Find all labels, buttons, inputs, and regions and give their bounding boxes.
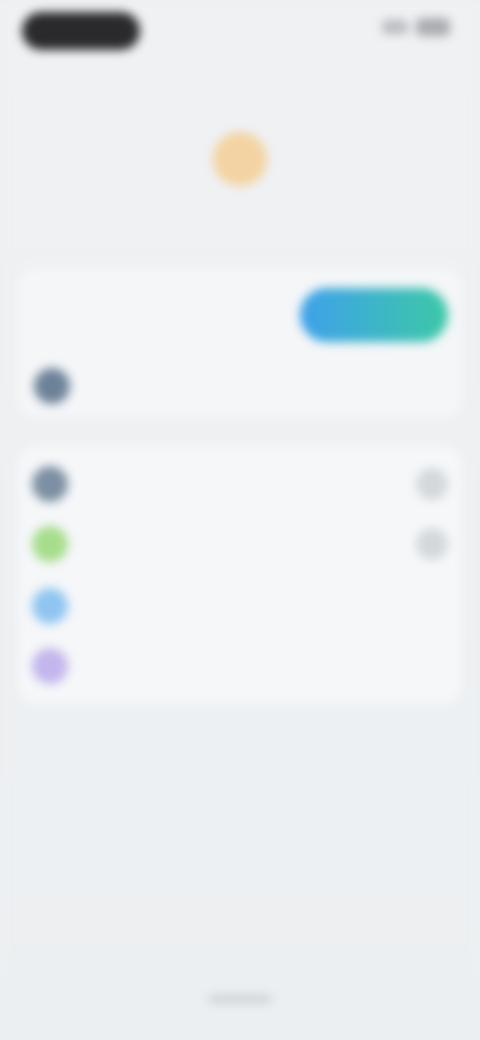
home-indicator[interactable] xyxy=(208,994,272,1004)
list-item[interactable] xyxy=(32,644,448,688)
page-title xyxy=(200,74,280,96)
list-item-icon xyxy=(32,588,68,624)
summary-card xyxy=(18,268,462,418)
list-item-icon xyxy=(32,466,68,502)
list-item-action-button[interactable] xyxy=(416,468,448,500)
list-item[interactable] xyxy=(32,584,448,628)
summary-row-icon xyxy=(34,368,70,404)
signal-icon xyxy=(382,20,408,34)
list-item-icon xyxy=(32,648,68,684)
battery-icon xyxy=(416,18,450,36)
status-indicators xyxy=(382,18,450,36)
list-item[interactable] xyxy=(32,522,448,566)
app-screen xyxy=(0,0,480,1040)
list-item-icon xyxy=(32,526,68,562)
options-list xyxy=(18,446,462,704)
list-item[interactable] xyxy=(32,462,448,506)
summary-row[interactable] xyxy=(34,368,82,404)
list-item-action-button[interactable] xyxy=(416,528,448,560)
status-bar-pill xyxy=(22,12,140,50)
hero-caption xyxy=(120,200,360,226)
hero-icon xyxy=(213,132,267,186)
primary-action-button[interactable] xyxy=(300,288,448,342)
